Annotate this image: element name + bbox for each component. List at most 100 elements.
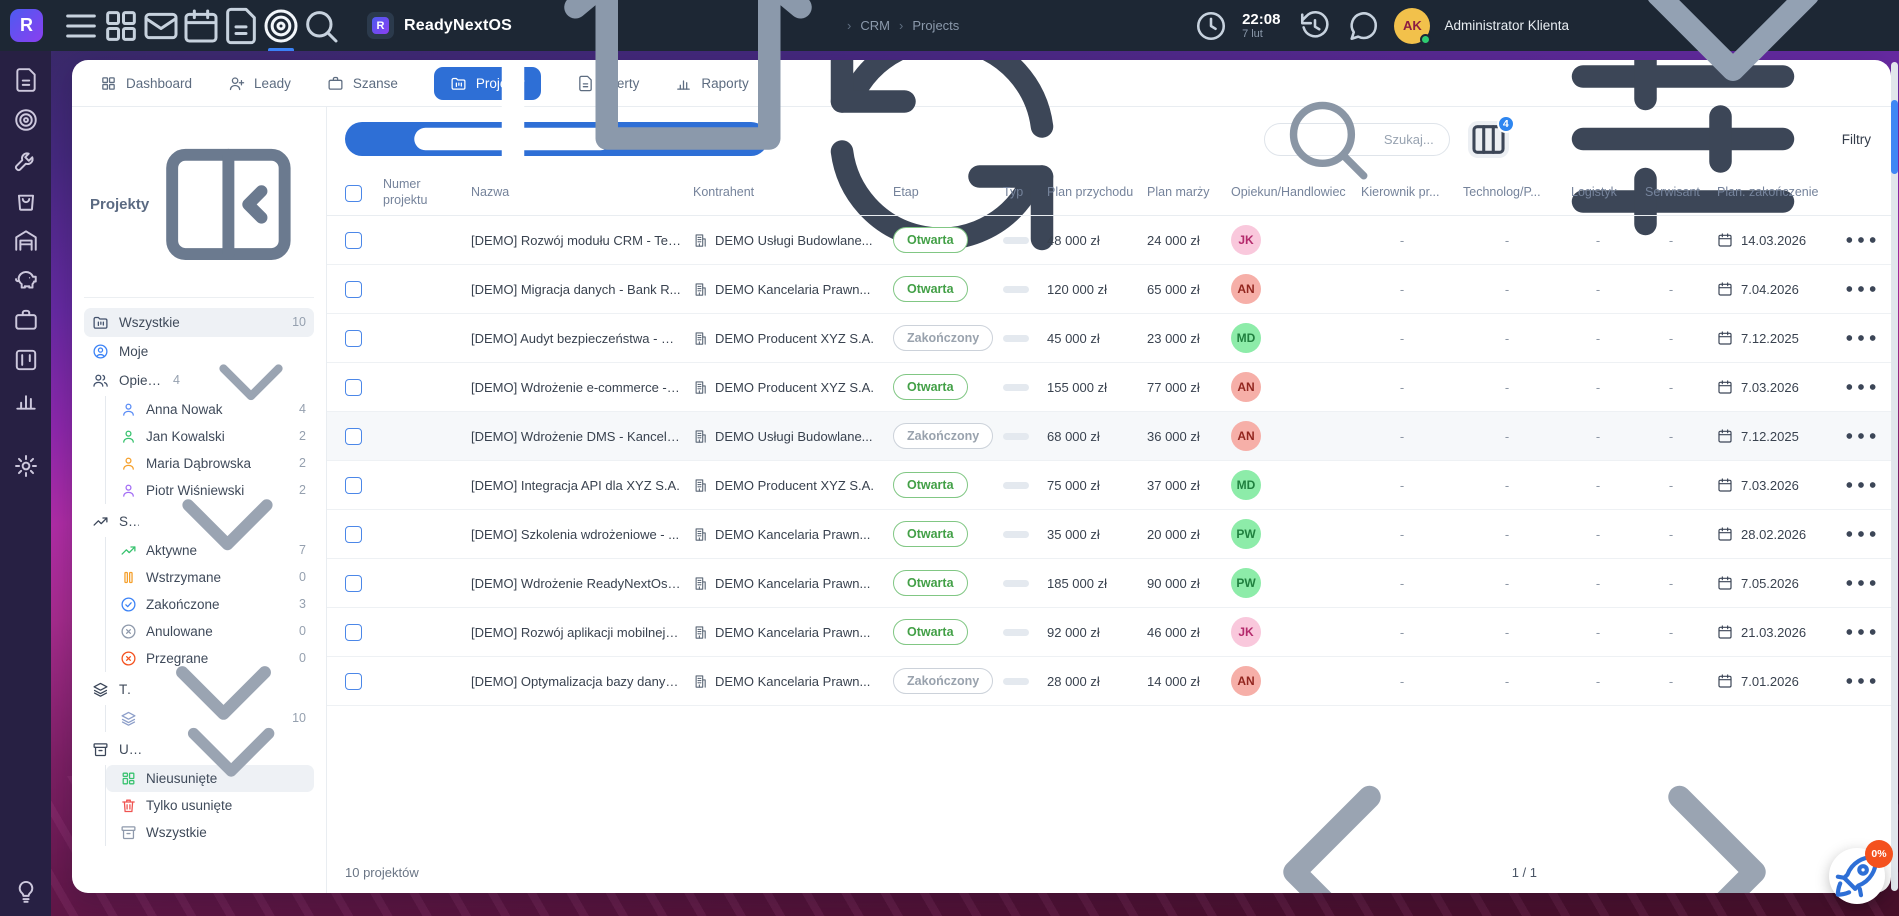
owner-avatar[interactable]: MD (1231, 323, 1261, 353)
row-checkbox[interactable] (345, 281, 362, 298)
column-header[interactable]: Plan. zakończenie (1717, 185, 1841, 201)
user-menu-chevron-icon[interactable] (1583, 0, 1883, 176)
sidebar-item-opiekun[interactable]: Opiekun/Handlowcy4 (84, 366, 314, 395)
column-header[interactable]: Nazwa (471, 185, 693, 201)
search-icon[interactable] (301, 0, 341, 51)
table-row[interactable]: [DEMO] Rozwój aplikacji mobilnej -...DEM… (327, 608, 1891, 657)
row-actions-button[interactable] (1841, 465, 1881, 505)
app-logo[interactable]: R (10, 9, 43, 42)
breadcrumb-root[interactable]: CRM (860, 18, 890, 33)
apps-icon[interactable] (101, 0, 141, 51)
next-page-button[interactable] (1567, 722, 1867, 893)
table-row[interactable]: [DEMO] Wdrożenie DMS - Kancela...DEMO Us… (327, 412, 1891, 461)
cell-project-name[interactable]: [DEMO] Optymalizacja bazy danyc... (471, 674, 693, 689)
column-header[interactable]: Numer projektu (383, 177, 471, 208)
cell-project-name[interactable]: [DEMO] Wdrożenie DMS - Kancela... (471, 429, 693, 444)
tab-leady[interactable]: Leady (228, 75, 291, 92)
home-icon[interactable] (538, 0, 838, 176)
rail-settings-icon[interactable] (13, 453, 39, 479)
chat-icon[interactable] (1346, 9, 1380, 43)
rail-shop-icon[interactable] (13, 187, 39, 213)
table-row[interactable]: [DEMO] Rozwój modułu CRM - Tec...DEMO Us… (327, 216, 1891, 265)
column-header[interactable]: Etap (893, 185, 1003, 201)
rail-finance-icon[interactable] (13, 267, 39, 293)
row-actions-button[interactable] (1841, 563, 1881, 603)
column-header[interactable]: Plan przychodu (1047, 185, 1147, 201)
row-checkbox[interactable] (345, 232, 362, 249)
row-actions-button[interactable] (1841, 269, 1881, 309)
cell-contractor[interactable]: DEMO Kancelaria Prawn... (693, 527, 893, 542)
onboarding-rocket-button[interactable]: 0% (1829, 848, 1885, 904)
row-checkbox[interactable] (345, 526, 362, 543)
cell-contractor[interactable]: DEMO Usługi Budowlane... (693, 233, 893, 248)
cell-contractor[interactable]: DEMO Kancelaria Prawn... (693, 576, 893, 591)
user-name[interactable]: Administrator Klienta (1444, 18, 1569, 33)
row-actions-button[interactable] (1841, 514, 1881, 554)
column-header[interactable]: Technolog/P... (1463, 185, 1571, 201)
row-actions-button[interactable] (1841, 416, 1881, 456)
cell-project-name[interactable]: [DEMO] Integracja API dla XYZ S.A. (471, 478, 693, 493)
sidebar-item-usuniete[interactable]: Usunięte (84, 735, 314, 764)
cell-contractor[interactable]: DEMO Producent XYZ S.A. (693, 380, 893, 395)
row-actions-button[interactable] (1841, 612, 1881, 652)
rail-service-icon[interactable] (13, 147, 39, 173)
tab-dashboard[interactable]: Dashboard (100, 75, 192, 92)
document-icon[interactable] (221, 0, 261, 51)
row-checkbox[interactable] (345, 575, 362, 592)
row-actions-button[interactable] (1841, 661, 1881, 701)
owner-avatar[interactable]: AN (1231, 666, 1261, 696)
row-checkbox[interactable] (345, 624, 362, 641)
cell-project-name[interactable]: [DEMO] Audyt bezpieczeństwa - Fi... (471, 331, 693, 346)
row-actions-button[interactable] (1841, 318, 1881, 358)
row-checkbox[interactable] (345, 477, 362, 494)
rail-help-icon[interactable] (13, 878, 39, 904)
table-row[interactable]: [DEMO] Audyt bezpieczeństwa - Fi...DEMO … (327, 314, 1891, 363)
cell-contractor[interactable]: DEMO Kancelaria Prawn... (693, 282, 893, 297)
mail-icon[interactable] (141, 0, 181, 51)
owner-avatar[interactable]: PW (1231, 568, 1261, 598)
cell-contractor[interactable]: DEMO Kancelaria Prawn... (693, 625, 893, 640)
row-checkbox[interactable] (345, 428, 362, 445)
table-row[interactable]: [DEMO] Optymalizacja bazy danyc...DEMO K… (327, 657, 1891, 706)
cell-contractor[interactable]: DEMO Usługi Budowlane... (693, 429, 893, 444)
table-row[interactable]: [DEMO] Wdrożenie e-commerce - ...DEMO Pr… (327, 363, 1891, 412)
column-header[interactable]: Opiekun/Handlowiec (1231, 185, 1361, 201)
crm-target-icon[interactable] (261, 0, 301, 51)
rail-reports-icon[interactable] (13, 387, 39, 413)
column-header[interactable]: Kierownik pr... (1361, 185, 1463, 201)
scrollbar-thumb[interactable] (1891, 100, 1898, 174)
table-row[interactable]: [DEMO] Integracja API dla XYZ S.A.DEMO P… (327, 461, 1891, 510)
user-avatar[interactable]: AK (1394, 8, 1430, 44)
column-header[interactable]: Logistyk (1571, 185, 1645, 201)
owner-avatar[interactable]: AN (1231, 421, 1261, 451)
row-actions-button[interactable] (1841, 220, 1881, 260)
cell-project-name[interactable]: [DEMO] Rozwój aplikacji mobilnej -... (471, 625, 693, 640)
column-header[interactable]: Serwisant (1645, 185, 1717, 201)
cell-contractor[interactable]: DEMO Producent XYZ S.A. (693, 331, 893, 346)
owner-avatar[interactable]: MD (1231, 470, 1261, 500)
prev-page-button[interactable] (1182, 722, 1482, 893)
owner-avatar[interactable]: PW (1231, 519, 1261, 549)
table-row[interactable]: [DEMO] Wdrożenie ReadyNextOs ...DEMO Kan… (327, 559, 1891, 608)
history-icon[interactable] (1298, 9, 1332, 43)
cell-project-name[interactable]: [DEMO] Wdrożenie ReadyNextOs ... (471, 576, 693, 591)
row-checkbox[interactable] (345, 673, 362, 690)
table-row[interactable]: [DEMO] Szkolenia wdrożeniowe - ...DEMO K… (327, 510, 1891, 559)
sidebar-item-status[interactable]: Status (84, 507, 314, 536)
rail-kanban-icon[interactable] (13, 347, 39, 373)
cell-project-name[interactable]: [DEMO] Rozwój modułu CRM - Tec... (471, 233, 693, 248)
cell-project-name[interactable]: [DEMO] Wdrożenie e-commerce - ... (471, 380, 693, 395)
rail-hr-icon[interactable] (13, 307, 39, 333)
panel-collapse-icon[interactable] (149, 125, 308, 284)
owner-avatar[interactable]: AN (1231, 274, 1261, 304)
rail-crm-icon[interactable] (13, 107, 39, 133)
row-actions-button[interactable] (1841, 367, 1881, 407)
owner-avatar[interactable]: JK (1231, 225, 1261, 255)
calendar-icon[interactable] (181, 0, 221, 51)
owner-avatar[interactable]: JK (1231, 617, 1261, 647)
cell-contractor[interactable]: DEMO Producent XYZ S.A. (693, 478, 893, 493)
select-all-checkbox[interactable] (345, 185, 362, 202)
cell-contractor[interactable]: DEMO Kancelaria Prawn... (693, 674, 893, 689)
rail-warehouse-icon[interactable] (13, 227, 39, 253)
owner-avatar[interactable]: AN (1231, 372, 1261, 402)
